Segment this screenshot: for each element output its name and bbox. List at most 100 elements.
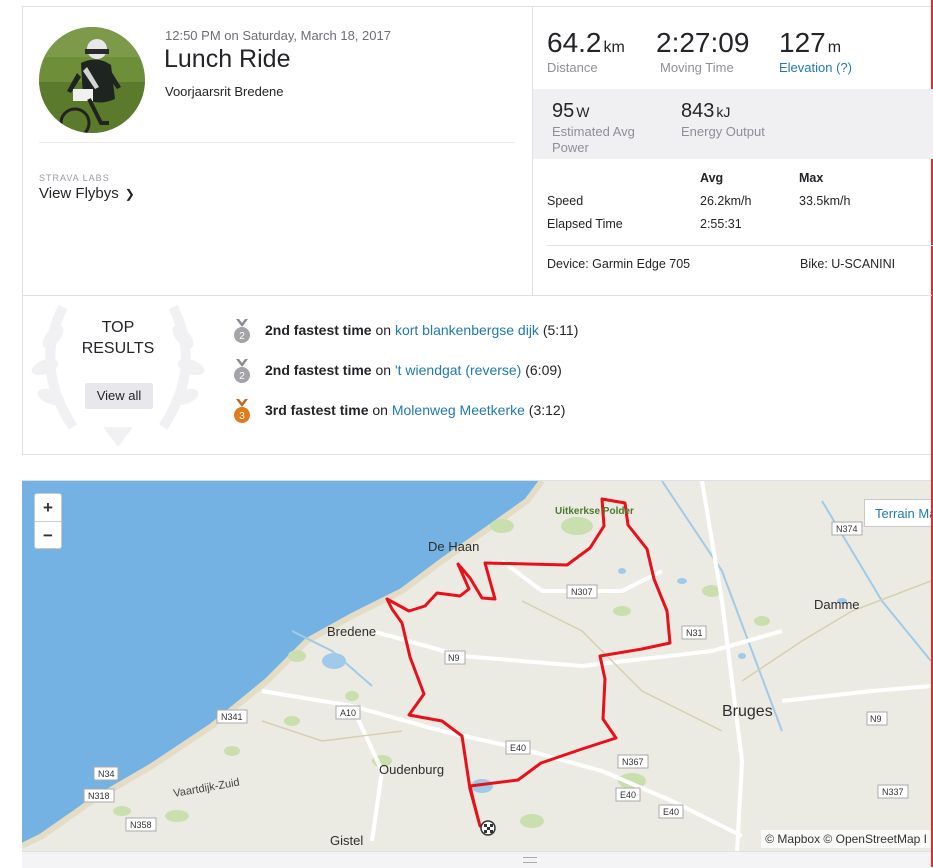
elapsed-time-label: Elapsed Time bbox=[547, 217, 623, 231]
athlete-avatar[interactable] bbox=[39, 27, 145, 133]
svg-text:N9: N9 bbox=[870, 714, 882, 724]
energy-unit: kJ bbox=[716, 104, 731, 120]
map-attribution[interactable]: © Mapbox © OpenStreetMap I bbox=[761, 830, 931, 848]
achievement-text: 2nd fastest time on 't wiendgat (reverse… bbox=[265, 362, 562, 378]
svg-text:N9: N9 bbox=[448, 653, 460, 663]
medal-rank: 2 bbox=[239, 371, 245, 382]
svg-text:N358: N358 bbox=[130, 820, 152, 830]
avatar-photo bbox=[39, 27, 145, 133]
elevation-value: 127 bbox=[779, 27, 826, 58]
top-results-title-line2: RESULTS bbox=[81, 340, 155, 357]
achievement-connector: on bbox=[371, 362, 395, 378]
achievement-connector: on bbox=[368, 402, 392, 418]
top-results-heading: TOP RESULTS bbox=[63, 317, 173, 359]
activity-summary-card: 12:50 PM on Saturday, March 18, 2017 Lun… bbox=[22, 6, 933, 455]
medal-rank: 3 bbox=[239, 411, 245, 422]
achievement-text: 3rd fastest time on Molenweg Meetkerke (… bbox=[265, 402, 565, 418]
power-energy-band: 95 W Estimated Avg Power 843 kJ Energy Out… bbox=[533, 89, 933, 159]
place-label: Bruges bbox=[722, 703, 773, 720]
divider bbox=[547, 245, 933, 246]
speed-label: Speed bbox=[547, 194, 584, 208]
achievement-rank: 2nd fastest time bbox=[265, 322, 372, 338]
table-header-max: Max bbox=[799, 171, 824, 185]
divider bbox=[39, 142, 515, 143]
svg-text:N34: N34 bbox=[98, 769, 115, 779]
svg-text:N374: N374 bbox=[836, 524, 858, 534]
achievement-rank: 2nd fastest time bbox=[265, 362, 372, 378]
power-unit: W bbox=[576, 104, 590, 120]
power-value: 95 bbox=[552, 100, 575, 122]
distance-value: 64.2 bbox=[547, 27, 602, 58]
place-label: Damme bbox=[814, 597, 860, 612]
activity-header: 12:50 PM on Saturday, March 18, 2017 Lun… bbox=[23, 7, 532, 295]
achievement-connector: on bbox=[371, 322, 395, 338]
terrain-map-toggle[interactable]: Terrain Ma bbox=[864, 499, 931, 527]
place-label: De Haan bbox=[428, 539, 479, 554]
chevron-right-icon: ❯ bbox=[124, 187, 135, 201]
resize-grip-icon[interactable] bbox=[523, 857, 537, 863]
zoom-control: + − bbox=[34, 493, 62, 549]
segment-link[interactable]: 't wiendgat (reverse) bbox=[395, 362, 521, 378]
place-label: Oudenburg bbox=[379, 762, 444, 777]
svg-text:N318: N318 bbox=[88, 791, 110, 801]
map-canvas[interactable]: De Haan Bredene Bruges Damme Oudenburg G… bbox=[22, 481, 931, 852]
elevation-help-link[interactable]: Elevation (?) bbox=[779, 60, 852, 75]
segment-time: (3:12) bbox=[524, 402, 566, 418]
speed-max: 33.5km/h bbox=[799, 194, 851, 208]
map-resize-bar[interactable] bbox=[22, 851, 931, 868]
achievement-rank: 3rd fastest time bbox=[265, 402, 369, 418]
svg-text:N307: N307 bbox=[571, 587, 593, 597]
stat-elevation: 127 m Elevation (?) bbox=[779, 27, 852, 75]
segment-time: (6:09) bbox=[521, 362, 562, 378]
activity-timestamp: 12:50 PM on Saturday, March 18, 2017 bbox=[165, 28, 391, 43]
stat-moving-time: 2:27:09 Moving Time bbox=[656, 27, 749, 75]
svg-text:N337: N337 bbox=[882, 787, 904, 797]
svg-text:A10: A10 bbox=[340, 708, 356, 718]
segment-time: (5:11) bbox=[538, 322, 579, 338]
power-label-line2: Power bbox=[552, 140, 589, 155]
place-label: Bredene bbox=[327, 624, 376, 639]
divider bbox=[23, 295, 932, 296]
zoom-in-button[interactable]: + bbox=[35, 494, 61, 521]
distance-unit: km bbox=[603, 39, 625, 56]
speed-avg: 26.2km/h bbox=[700, 194, 752, 208]
elevation-unit: m bbox=[827, 39, 842, 56]
elapsed-time-avg: 2:55:31 bbox=[700, 217, 742, 231]
view-all-button[interactable]: View all bbox=[85, 383, 153, 409]
energy-label: Energy Output bbox=[681, 124, 765, 139]
activity-location: Voorjaarsrit Bredene bbox=[165, 84, 284, 99]
route-map[interactable]: De Haan Bredene Bruges Damme Oudenburg G… bbox=[22, 480, 931, 852]
svg-text:N31: N31 bbox=[686, 628, 703, 638]
place-label: Gistel bbox=[330, 833, 363, 848]
stat-distance: 64.2 km Distance bbox=[547, 27, 625, 75]
distance-label: Distance bbox=[547, 60, 598, 75]
view-flybys-link[interactable]: View Flybys ❯ bbox=[39, 185, 135, 202]
svg-text:N341: N341 bbox=[221, 712, 243, 722]
strava-labs-tag: STRAVA LABS bbox=[39, 173, 110, 183]
place-label: Uitkerkse Polder bbox=[555, 506, 634, 517]
svg-text:E40: E40 bbox=[620, 790, 636, 800]
achievement-text: 2nd fastest time on kort blankenbergse d… bbox=[265, 322, 578, 338]
svg-text:E40: E40 bbox=[510, 743, 526, 753]
stats-panel: 64.2 km Distance 2:27:09 Moving Time 127 m… bbox=[532, 7, 933, 295]
medal-rank: 2 bbox=[239, 331, 245, 342]
silver-medal-icon: 2 bbox=[234, 359, 250, 383]
segment-link[interactable]: Molenweg Meetkerke bbox=[392, 402, 525, 418]
svg-text:E40: E40 bbox=[663, 807, 679, 817]
silver-medal-icon: 2 bbox=[234, 319, 250, 343]
device-info: Device: Garmin Edge 705 bbox=[547, 257, 691, 271]
table-header-avg: Avg bbox=[700, 171, 724, 185]
moving-time-label: Moving Time bbox=[660, 60, 734, 75]
activity-title[interactable]: Lunch Ride bbox=[164, 45, 290, 74]
zoom-out-button[interactable]: − bbox=[35, 522, 61, 549]
top-results-title-line1: TOP bbox=[101, 319, 135, 336]
energy-value: 843 bbox=[681, 100, 715, 122]
stat-energy: 843 kJ Energy Output bbox=[681, 100, 765, 139]
bronze-medal-icon: 3 bbox=[234, 399, 250, 423]
segment-link[interactable]: kort blankenbergse dijk bbox=[395, 322, 539, 338]
stat-power: 95 W Estimated Avg Power bbox=[552, 100, 635, 155]
svg-text:N367: N367 bbox=[622, 757, 644, 767]
bike-info: Bike: U-SCANINI bbox=[800, 257, 896, 271]
moving-time-value: 2:27:09 bbox=[656, 27, 750, 58]
power-label-line1: Estimated Avg bbox=[552, 124, 635, 139]
